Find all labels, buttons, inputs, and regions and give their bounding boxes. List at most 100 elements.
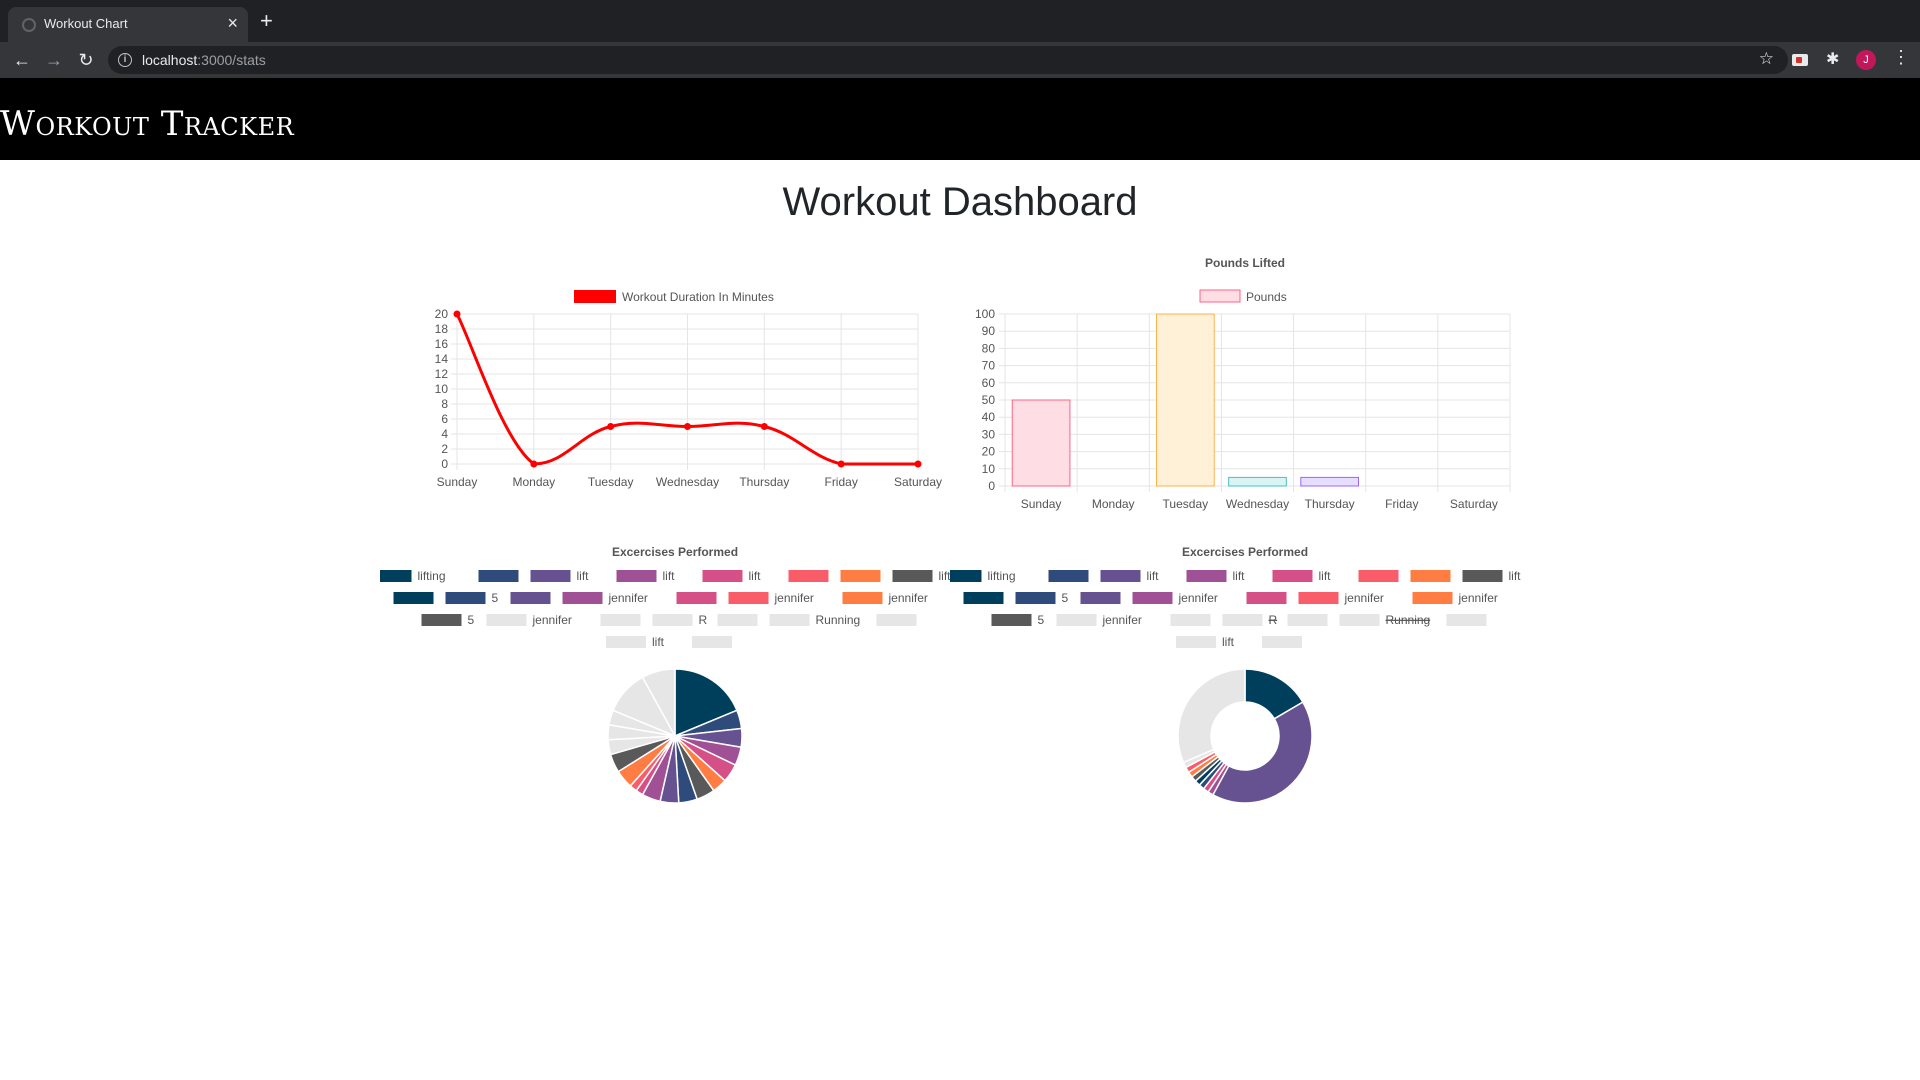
data-point xyxy=(760,423,768,430)
legend-label: lift xyxy=(1509,569,1522,583)
info-icon[interactable]: i xyxy=(118,53,132,67)
x-tick-label: Wednesday xyxy=(1226,497,1289,511)
page-title: Workout Dashboard xyxy=(782,180,1138,224)
legend-label: jennifer xyxy=(888,591,928,605)
duration-line-chart: Workout Duration In Minutes 0 2 4 6 8 10 12 14 16… xyxy=(410,254,950,504)
y-tick-label: 6 xyxy=(441,412,448,426)
legend-swatch xyxy=(1462,570,1503,582)
legend-label: lift xyxy=(663,569,676,583)
x-tick-label: Saturday xyxy=(1450,497,1498,511)
address-bar[interactable]: i localhost:3000/stats ☆ xyxy=(108,46,1788,74)
y-tick-label: 18 xyxy=(435,322,449,336)
legend-swatch xyxy=(991,614,1032,626)
bar xyxy=(1300,476,1359,487)
legend-label: lifting xyxy=(988,569,1016,583)
legend-swatch xyxy=(510,592,551,604)
data-point xyxy=(530,460,538,468)
forward-arrow-icon[interactable]: → xyxy=(42,48,66,72)
legend-swatch xyxy=(717,614,758,626)
x-tick-label: Friday xyxy=(824,475,857,489)
new-tab-button[interactable]: + xyxy=(260,10,273,32)
legend-label: 5 xyxy=(1038,613,1045,627)
legend-label: Pounds xyxy=(1246,290,1287,304)
y-tick-label: 60 xyxy=(982,376,996,390)
data-point xyxy=(837,460,845,468)
x-tick-label: Sunday xyxy=(437,475,478,489)
profile-avatar[interactable]: J xyxy=(1856,50,1876,70)
legend-swatch xyxy=(892,570,933,582)
legend-label: Workout Duration In Minutes xyxy=(622,290,774,304)
legend-swatch xyxy=(842,592,883,604)
puzzle-icon[interactable]: ✱ xyxy=(1826,49,1839,69)
browser-tab[interactable]: Workout Chart × xyxy=(8,7,248,42)
legend-swatch xyxy=(1015,592,1056,604)
reload-icon[interactable]: ↻ xyxy=(74,48,98,72)
legend-label: lift xyxy=(749,569,762,583)
legend-label: jennifer xyxy=(1458,591,1498,605)
y-tick-label: 10 xyxy=(435,382,449,396)
legend-swatch xyxy=(486,614,527,626)
legend-swatch xyxy=(421,614,462,626)
legend-swatch xyxy=(1339,614,1380,626)
pounds-bar-chart: Pounds Lifted Pounds 0 10 20 30 40 50 60 70 80 90 10… xyxy=(955,254,1515,519)
data-point xyxy=(684,423,691,430)
y-tick-label: 40 xyxy=(982,410,996,424)
legend-swatch xyxy=(1176,636,1216,648)
legend-swatch xyxy=(1170,614,1211,626)
x-tick-label: Sunday xyxy=(1021,497,1062,511)
brand-logo[interactable]: Workout Tracker xyxy=(0,104,294,144)
legend-swatch xyxy=(1446,614,1487,626)
legend-label: Running xyxy=(1386,613,1431,627)
legend-label: lift xyxy=(652,635,665,649)
legend-swatch xyxy=(1358,570,1399,582)
y-tick-label: 20 xyxy=(435,307,449,321)
legend-swatch xyxy=(652,614,693,626)
y-tick-label: 12 xyxy=(435,367,449,381)
legend-swatch xyxy=(769,614,810,626)
legend-swatch xyxy=(1199,289,1241,303)
y-tick-label: 80 xyxy=(982,341,996,355)
x-tick-label: Friday xyxy=(1385,497,1418,511)
x-tick-label: Wednesday xyxy=(656,475,719,489)
x-tick-label: Monday xyxy=(1092,497,1135,511)
chart-title: Excercises Performed xyxy=(1182,545,1308,559)
y-tick-label: 8 xyxy=(441,397,448,411)
legend-swatch xyxy=(950,570,982,582)
y-tick-label: 4 xyxy=(441,427,448,441)
site-header: Workout Tracker xyxy=(0,78,1920,160)
legend-swatch xyxy=(1298,592,1339,604)
legend-swatch xyxy=(445,592,486,604)
legend-swatch xyxy=(692,636,732,648)
chart-title: Pounds Lifted xyxy=(1205,256,1285,270)
y-tick-label: 14 xyxy=(435,352,449,366)
legend-swatch xyxy=(380,570,412,582)
legend-label: jennifer xyxy=(532,613,572,627)
x-tick-label: Saturday xyxy=(894,475,942,489)
legend-swatch xyxy=(1132,592,1173,604)
legend-swatch xyxy=(1246,592,1287,604)
legend-label: Running xyxy=(816,613,861,627)
legend-label: lift xyxy=(1222,635,1235,649)
y-tick-label: 2 xyxy=(441,442,448,456)
extension-icon[interactable] xyxy=(1792,54,1808,66)
legend-swatch xyxy=(1262,636,1302,648)
legend-swatch xyxy=(840,570,881,582)
tab-title: Workout Chart xyxy=(44,16,128,31)
close-tab-icon[interactable]: × xyxy=(227,12,238,34)
legend-label: 5 xyxy=(468,613,475,627)
legend-swatch xyxy=(600,614,641,626)
legend-swatch xyxy=(1186,570,1227,582)
menu-dots-icon[interactable]: ⋮ xyxy=(1892,47,1910,68)
back-arrow-icon[interactable]: ← xyxy=(10,48,34,72)
y-tick-label: 10 xyxy=(982,462,996,476)
bookmark-star-icon[interactable]: ☆ xyxy=(1759,49,1774,69)
legend-swatch xyxy=(616,570,657,582)
legend-swatch xyxy=(562,592,603,604)
pie-slice xyxy=(1177,668,1246,764)
legend-label: jennifer xyxy=(1102,613,1142,627)
exercises-doughnut-chart: Excercises Performed lifting lift lift lift l… xyxy=(950,543,1540,823)
x-tick-label: Tuesday xyxy=(1163,497,1209,511)
x-tick-label: Tuesday xyxy=(588,475,634,489)
legend-swatch xyxy=(702,570,743,582)
legend-swatch xyxy=(876,614,917,626)
